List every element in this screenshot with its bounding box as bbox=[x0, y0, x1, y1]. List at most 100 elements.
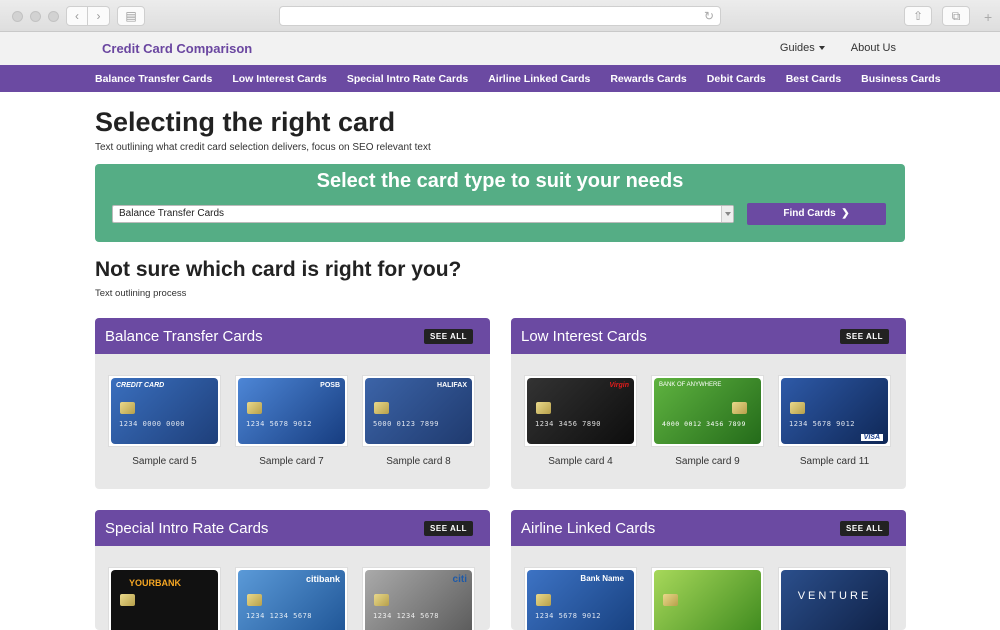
nav-guides-label: Guides bbox=[779, 42, 815, 54]
card-number: 1234 5678 9012 bbox=[535, 612, 602, 620]
see-all-button[interactable]: SEE ALL bbox=[424, 329, 473, 344]
reload-icon[interactable]: ↻ bbox=[704, 9, 714, 23]
card-item[interactable]: POSB 1234 5678 9012 Sample card 7 bbox=[235, 375, 348, 467]
page-subtitle: Text outlining what credit card selectio… bbox=[95, 142, 431, 153]
card-chip bbox=[536, 594, 551, 606]
section-subtitle: Text outlining process bbox=[95, 288, 187, 299]
card-type-select[interactable]: Balance Transfer Cards bbox=[112, 205, 734, 223]
card-item[interactable]: HALIFAX 5000 0123 7899 Sample card 8 bbox=[362, 375, 475, 467]
card-caption[interactable]: Sample card 9 bbox=[651, 456, 764, 467]
category-special-intro-rate[interactable]: Special Intro Rate Cards bbox=[347, 73, 468, 85]
card-number: 1234 5678 9012 bbox=[246, 420, 313, 428]
card-item[interactable]: VISA 1234 5678 9012 Sample card 11 bbox=[778, 375, 891, 467]
card-image[interactable]: POSB 1234 5678 9012 bbox=[235, 375, 348, 447]
card-item[interactable]: citibank 1234 1234 5678 bbox=[235, 567, 348, 630]
card-number: 1234 0000 0000 bbox=[119, 420, 186, 428]
category-best[interactable]: Best Cards bbox=[786, 73, 841, 85]
card-caption[interactable]: Sample card 4 bbox=[524, 456, 637, 467]
card-chip bbox=[247, 402, 262, 414]
chevron-left-icon: ‹ bbox=[75, 9, 79, 23]
card-brand-text: citi bbox=[452, 574, 467, 585]
card-item[interactable]: BANK OF ANYWHERE 4000 0012 3456 7899 Samp… bbox=[651, 375, 764, 467]
see-all-button[interactable]: SEE ALL bbox=[424, 521, 473, 536]
card-list: Bank Name 1234 5678 9012 VENTURE bbox=[511, 546, 906, 630]
card-item[interactable]: Virgin 1234 3456 7890 Sample card 4 bbox=[524, 375, 637, 467]
card-caption[interactable]: Sample card 8 bbox=[362, 456, 475, 467]
forward-button[interactable]: › bbox=[88, 6, 110, 26]
card-chip bbox=[120, 594, 135, 606]
minimize-window-button[interactable] bbox=[30, 11, 41, 22]
back-button[interactable]: ‹ bbox=[66, 6, 88, 26]
category-low-interest[interactable]: Low Interest Cards bbox=[232, 73, 327, 85]
category-airline-linked[interactable]: Airline Linked Cards bbox=[488, 73, 590, 85]
card-item[interactable]: YOURBANK bbox=[108, 567, 221, 630]
see-all-button[interactable]: SEE ALL bbox=[840, 329, 889, 344]
site-header: Credit Card Comparison Guides About Us bbox=[0, 32, 1000, 65]
see-all-button[interactable]: SEE ALL bbox=[840, 521, 889, 536]
category-balance-transfer[interactable]: Balance Transfer Cards bbox=[95, 73, 212, 85]
card-chip bbox=[790, 402, 805, 414]
card-chip bbox=[120, 402, 135, 414]
panel-header: Balance Transfer Cards SEE ALL bbox=[95, 318, 490, 354]
card-image[interactable]: Virgin 1234 3456 7890 bbox=[524, 375, 637, 447]
card-brand-text: CREDIT CARD bbox=[116, 382, 165, 389]
section-title: Not sure which card is right for you? bbox=[95, 258, 462, 281]
card-chip bbox=[663, 594, 678, 606]
category-rewards[interactable]: Rewards Cards bbox=[610, 73, 686, 85]
category-nav: Balance Transfer Cards Low Interest Card… bbox=[0, 65, 1000, 92]
card-item[interactable]: Bank Name 1234 5678 9012 bbox=[524, 567, 637, 630]
finder-title: Select the card type to suit your needs bbox=[316, 170, 684, 192]
card-caption[interactable]: Sample card 5 bbox=[108, 456, 221, 467]
card-image[interactable]: HALIFAX 5000 0123 7899 bbox=[362, 375, 475, 447]
card-image[interactable]: CREDIT CARD 1234 0000 0000 bbox=[108, 375, 221, 447]
nav-guides[interactable]: Guides bbox=[780, 42, 825, 54]
card-number: 1234 5678 9012 bbox=[789, 420, 856, 428]
panel-header: Special Intro Rate Cards SEE ALL bbox=[95, 510, 490, 546]
panel-header: Airline Linked Cards SEE ALL bbox=[511, 510, 906, 546]
category-debit[interactable]: Debit Cards bbox=[707, 73, 766, 85]
share-button[interactable]: ⇧ bbox=[904, 6, 932, 26]
zoom-window-button[interactable] bbox=[48, 11, 59, 22]
card-type-selected: Balance Transfer Cards bbox=[119, 208, 225, 219]
panel-special-intro-rate: Special Intro Rate Cards SEE ALL YOURBAN… bbox=[95, 510, 490, 630]
card-image[interactable]: citi 1234 1234 5678 bbox=[362, 567, 475, 630]
new-tab-icon[interactable]: + bbox=[984, 9, 992, 25]
share-icon: ⇧ bbox=[912, 9, 924, 23]
category-business[interactable]: Business Cards bbox=[861, 73, 940, 85]
close-window-button[interactable] bbox=[12, 11, 23, 22]
card-item[interactable]: CREDIT CARD 1234 0000 0000 Sample card 5 bbox=[108, 375, 221, 467]
panel-title: Low Interest Cards bbox=[521, 328, 647, 345]
card-brand-text: HALIFAX bbox=[437, 382, 467, 389]
card-image[interactable]: Bank Name 1234 5678 9012 bbox=[524, 567, 637, 630]
card-image[interactable]: VISA 1234 5678 9012 bbox=[778, 375, 891, 447]
card-list: YOURBANK citibank 1234 1234 5678 citi 1234… bbox=[95, 546, 490, 630]
card-image[interactable] bbox=[651, 567, 764, 630]
sidebar-toggle-button[interactable]: ▤ bbox=[117, 6, 145, 26]
card-caption[interactable]: Sample card 11 bbox=[778, 456, 891, 467]
find-cards-label: Find Cards bbox=[783, 208, 836, 219]
card-brand-text: YOURBANK bbox=[129, 578, 182, 588]
page-title: Selecting the right card bbox=[95, 107, 396, 137]
card-number: 1234 3456 7890 bbox=[535, 420, 602, 428]
card-caption[interactable]: Sample card 7 bbox=[235, 456, 348, 467]
find-cards-button[interactable]: Find Cards ❯ bbox=[747, 203, 886, 225]
brand-logo[interactable]: Credit Card Comparison bbox=[102, 41, 252, 56]
card-list: Virgin 1234 3456 7890 Sample card 4 BANK … bbox=[511, 354, 906, 467]
card-image[interactable]: YOURBANK bbox=[108, 567, 221, 630]
sidebar-icon: ▤ bbox=[125, 9, 137, 23]
show-tabs-button[interactable]: ⧉ bbox=[942, 6, 970, 26]
card-item[interactable]: VENTURE bbox=[778, 567, 891, 630]
address-bar[interactable]: ↻ bbox=[279, 6, 721, 26]
chevron-right-icon: ❯ bbox=[838, 208, 850, 219]
card-brand-text: citibank bbox=[305, 574, 340, 584]
card-image[interactable]: BANK OF ANYWHERE 4000 0012 3456 7899 bbox=[651, 375, 764, 447]
card-image[interactable]: citibank 1234 1234 5678 bbox=[235, 567, 348, 630]
card-chip bbox=[247, 594, 262, 606]
browser-chrome: ‹ › ▤ ↻ ⇧ ⧉ + bbox=[0, 0, 1000, 32]
nav-about-us[interactable]: About Us bbox=[851, 42, 896, 54]
card-chip bbox=[374, 402, 389, 414]
panel-airline-linked: Airline Linked Cards SEE ALL Bank Name 12… bbox=[511, 510, 906, 630]
card-image[interactable]: VENTURE bbox=[778, 567, 891, 630]
card-item[interactable] bbox=[651, 567, 764, 630]
card-item[interactable]: citi 1234 1234 5678 bbox=[362, 567, 475, 630]
